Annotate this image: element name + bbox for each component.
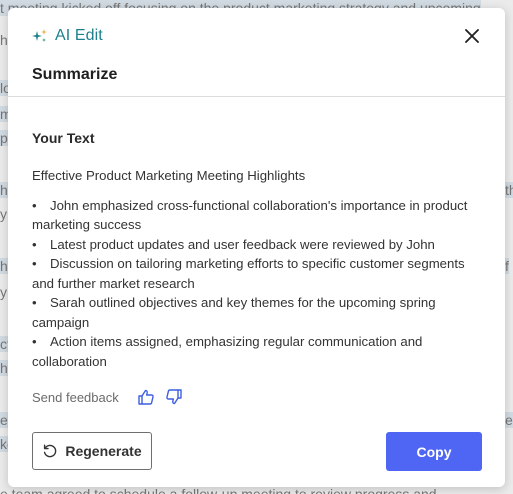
list-item: • Action items assigned, emphasizing regu… bbox=[32, 334, 423, 369]
bullet-marker: • bbox=[32, 334, 37, 349]
regenerate-button[interactable]: Regenerate bbox=[32, 432, 152, 470]
summary-title: Effective Product Marketing Meeting High… bbox=[32, 168, 306, 183]
feedback-label: Send feedback bbox=[32, 389, 119, 405]
regenerate-label: Regenerate bbox=[65, 443, 142, 459]
bullet-marker: • bbox=[32, 295, 37, 310]
copy-button[interactable]: Copy bbox=[386, 432, 482, 471]
thumbs-down-icon[interactable] bbox=[165, 388, 183, 406]
ai-edit-dialog: AI Edit Summarize Your Text Effective Pr… bbox=[8, 8, 505, 487]
sparkle-icon bbox=[32, 29, 47, 42]
list-item: • Discussion on tailoring marketing effor… bbox=[32, 256, 465, 291]
your-text-label: Your Text bbox=[32, 130, 95, 146]
dialog-brand: AI Edit bbox=[31, 27, 103, 45]
bullet-marker: • bbox=[32, 197, 37, 213]
list-item: • John emphasized cross-functional collab… bbox=[32, 197, 468, 233]
bullet-marker: • bbox=[32, 256, 37, 271]
summary-text: Effective Product Marketing Meeting High… bbox=[32, 166, 472, 371]
feedback-row: Send feedback bbox=[32, 388, 183, 406]
bullet-marker: • bbox=[32, 236, 37, 252]
dialog-header: AI Edit Summarize bbox=[8, 8, 505, 97]
summary-list: • John emphasized cross-functional collab… bbox=[32, 196, 472, 372]
refresh-icon bbox=[44, 444, 57, 458]
dialog-title: Summarize bbox=[32, 66, 118, 83]
thumbs-up-icon[interactable] bbox=[137, 388, 155, 406]
close-icon[interactable] bbox=[463, 27, 481, 45]
list-item: • Latest product updates and user feedbac… bbox=[32, 235, 472, 255]
list-item: • Sarah outlined objectives and key theme… bbox=[32, 295, 436, 330]
brand-label: AI Edit bbox=[55, 27, 103, 44]
